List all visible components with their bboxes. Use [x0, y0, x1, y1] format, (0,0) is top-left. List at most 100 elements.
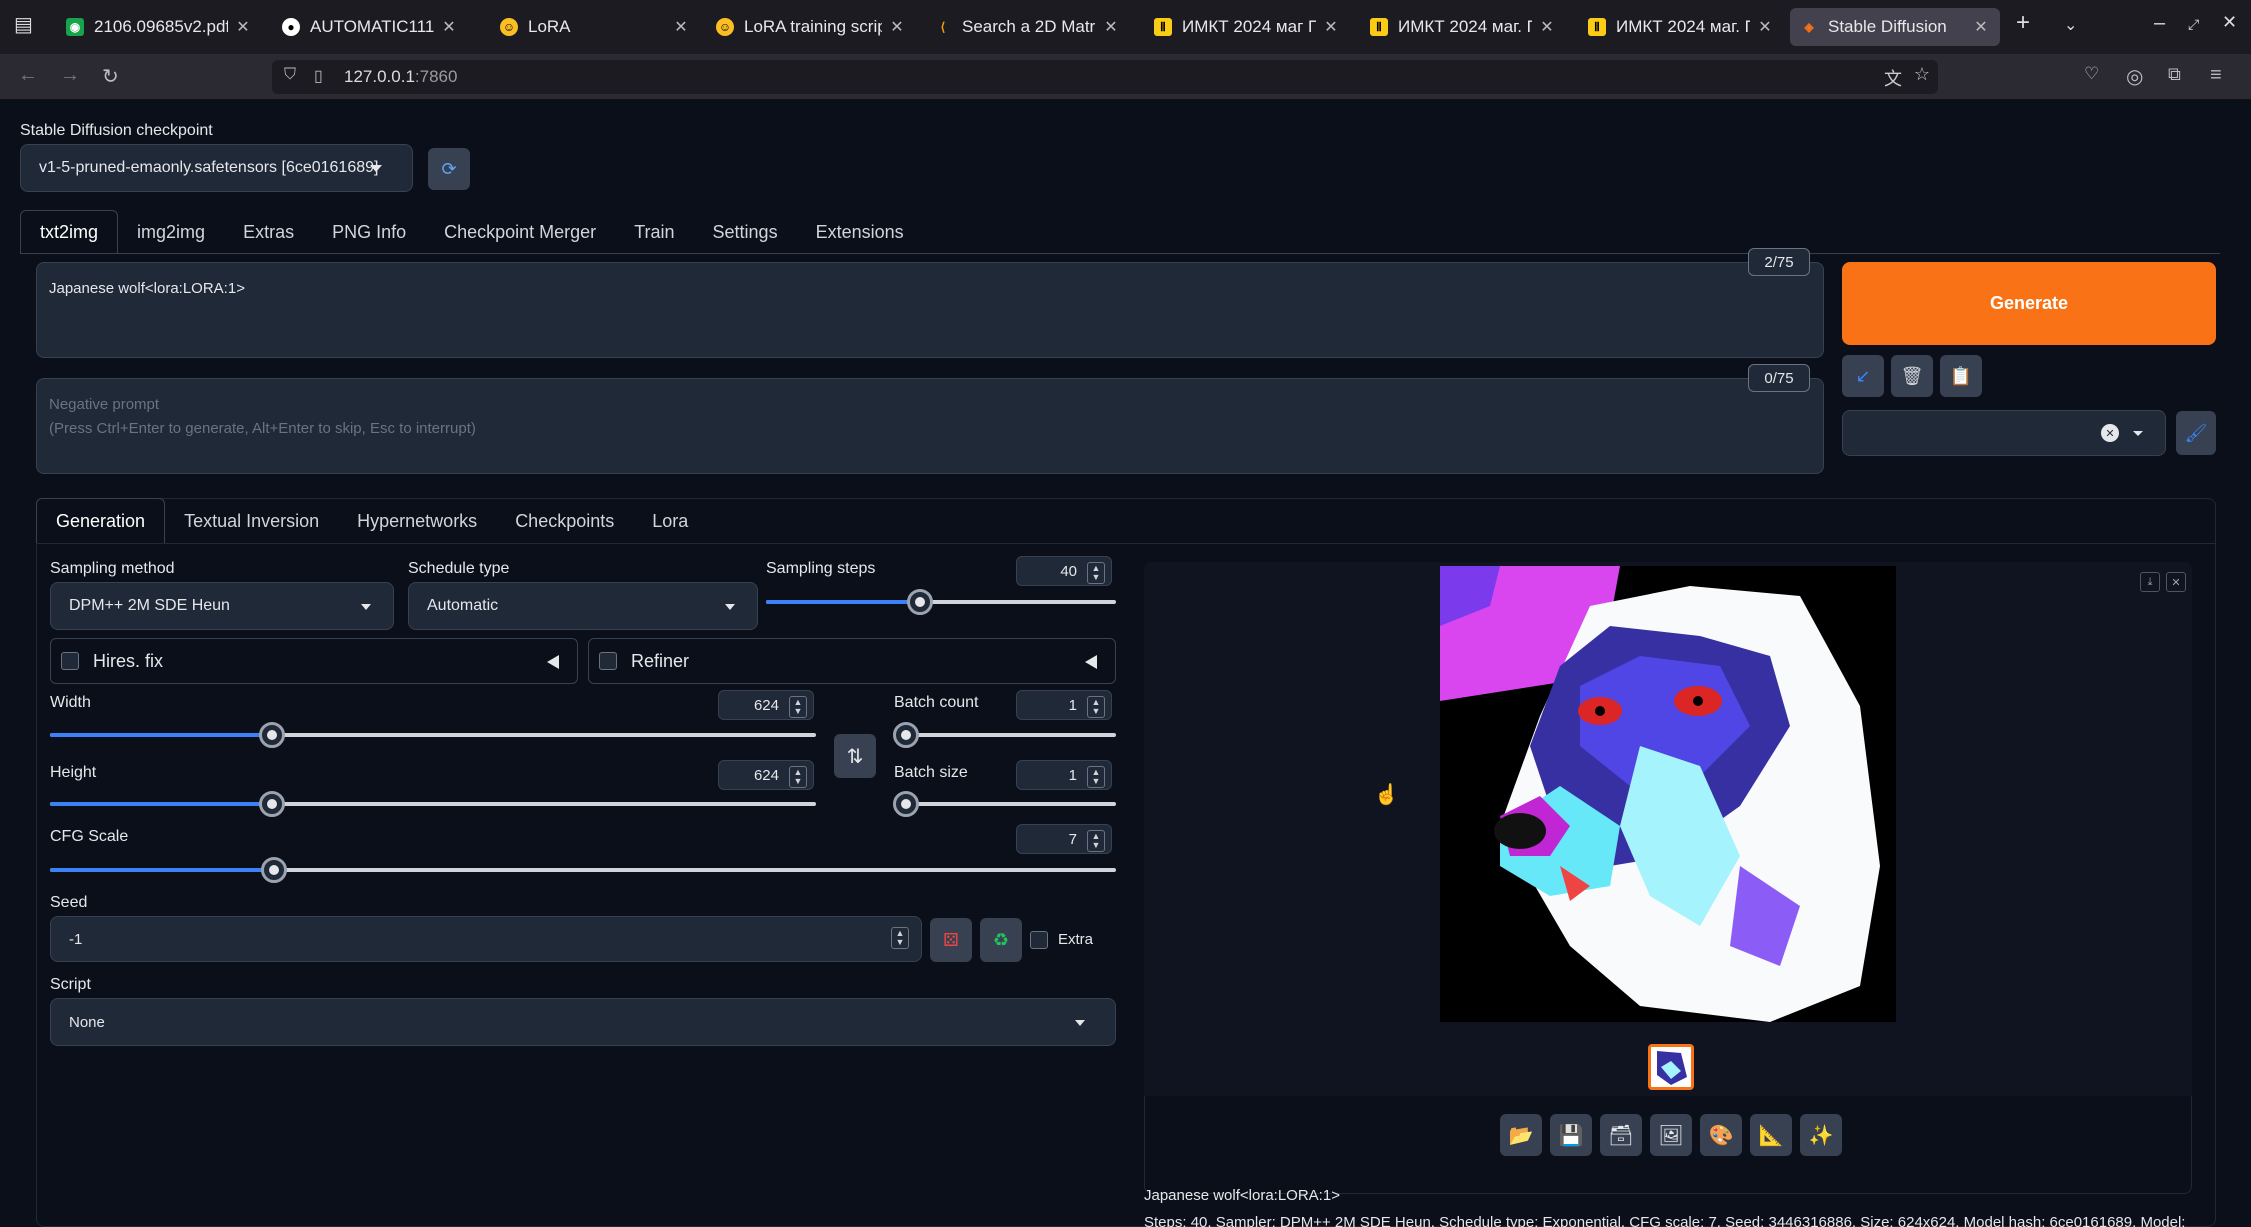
account-icon[interactable]: ◎	[2126, 64, 2143, 89]
seed-input[interactable]: -1 ▲ ▼	[50, 916, 922, 962]
pocket-icon[interactable]: ♡	[2084, 64, 2099, 84]
zip-button[interactable]: 🗃	[1600, 1114, 1642, 1156]
batch-count-slider[interactable]	[893, 722, 1116, 748]
read-params-button[interactable]: ↙	[1842, 355, 1884, 397]
chevron-down-icon[interactable]: ⌄	[2064, 15, 2077, 35]
tab-png-info[interactable]: PNG Info	[313, 210, 425, 254]
height-input[interactable]: 624 ▲ ▼	[718, 760, 814, 790]
close-tab-icon[interactable]: ✕	[1972, 17, 1990, 37]
tab-checkpoint-merger[interactable]: Checkpoint Merger	[425, 210, 615, 254]
spinner-icon[interactable]: ▲ ▼	[1087, 562, 1105, 584]
checkpoint-dropdown[interactable]: v1-5-pruned-emaonly.safetensors [6ce0161…	[20, 144, 413, 192]
star-icon[interactable]: ☆	[1914, 64, 1930, 85]
slider-thumb[interactable]	[893, 791, 919, 817]
spinner-icon[interactable]: ▲ ▼	[1087, 830, 1105, 852]
subtab-lora[interactable]: Lora	[633, 498, 707, 544]
gallery-thumbnail[interactable]	[1648, 1044, 1694, 1090]
paste-style-button[interactable]: 📋	[1940, 355, 1982, 397]
close-window-icon[interactable]: ✕	[2222, 12, 2237, 33]
browser-tab[interactable]: Ⅱ ИМКТ 2024 маг Пр ✕	[1144, 8, 1350, 46]
swap-dimensions-button[interactable]: ⇅	[834, 734, 876, 778]
clear-icon[interactable]: ✕	[2101, 424, 2119, 442]
browser-tab[interactable]: ☺ LoRA training script ✕	[706, 8, 916, 46]
collapse-arrow-icon[interactable]	[547, 655, 559, 669]
tab-extensions[interactable]: Extensions	[797, 210, 923, 254]
batch-size-input[interactable]: 1 ▲ ▼	[1016, 760, 1112, 790]
address-bar[interactable]: ⛉ ▯ 127.0.0.1:7860 文 ☆	[272, 60, 1938, 94]
batch-count-input[interactable]: 1 ▲ ▼	[1016, 690, 1112, 720]
browser-tab[interactable]: ☺ LoRA ✕	[490, 8, 700, 46]
batch-size-slider[interactable]	[893, 791, 1116, 817]
trash-prompt-button[interactable]: 🗑	[1891, 355, 1933, 397]
tab-extras[interactable]: Extras	[224, 210, 313, 254]
sampling-method-dropdown[interactable]: DPM++ 2M SDE Heun	[50, 582, 394, 630]
close-tab-icon[interactable]: ✕	[234, 17, 252, 37]
refiner-accordion[interactable]: Refiner	[588, 638, 1116, 684]
generated-image[interactable]	[1440, 566, 1896, 1022]
slider-thumb[interactable]	[259, 791, 286, 817]
close-tab-icon[interactable]: ✕	[672, 17, 690, 37]
slider-thumb[interactable]	[260, 857, 287, 883]
spinner-icon[interactable]: ▲ ▼	[789, 766, 807, 788]
tab-train[interactable]: Train	[615, 210, 693, 254]
width-input[interactable]: 624 ▲ ▼	[718, 690, 814, 720]
slider-thumb[interactable]	[907, 589, 933, 615]
close-tab-icon[interactable]: ✕	[1322, 17, 1340, 37]
tab-img2img[interactable]: img2img	[118, 210, 224, 254]
close-tab-icon[interactable]: ✕	[1538, 17, 1556, 37]
forward-icon[interactable]: →	[60, 64, 80, 87]
back-icon[interactable]: ←	[18, 64, 38, 87]
save-button[interactable]: 💾	[1550, 1114, 1592, 1156]
browser-tab[interactable]: Ⅱ ИМКТ 2024 маг. Пр ✕	[1578, 8, 1784, 46]
spinner-icon[interactable]: ▲ ▼	[1087, 766, 1105, 788]
close-tab-icon[interactable]: ✕	[1756, 17, 1774, 37]
random-seed-button[interactable]: ⚄	[930, 918, 972, 962]
generate-button[interactable]: Generate	[1842, 262, 2216, 345]
sampling-steps-input[interactable]: 40 ▲ ▼	[1016, 556, 1112, 586]
upscale-button[interactable]: ✨	[1800, 1114, 1842, 1156]
tab-list-icon[interactable]: ▤	[14, 12, 33, 37]
close-preview-icon[interactable]: ✕	[2166, 572, 2186, 592]
slider-thumb[interactable]	[259, 722, 286, 748]
close-tab-icon[interactable]: ✕	[888, 17, 906, 37]
subtab-generation[interactable]: Generation	[36, 498, 166, 544]
refresh-checkpoint-button[interactable]: ⟳	[428, 148, 470, 190]
translate-icon[interactable]: 文	[1884, 65, 1902, 91]
hires-fix-accordion[interactable]: Hires. fix	[50, 638, 578, 684]
subtab-textual-inversion[interactable]: Textual Inversion	[165, 498, 338, 544]
menu-icon[interactable]: ≡	[2210, 64, 2222, 87]
refiner-checkbox[interactable]	[599, 652, 617, 670]
spinner-icon[interactable]: ▲ ▼	[891, 927, 909, 949]
script-dropdown[interactable]: None	[50, 998, 1116, 1046]
edit-styles-button[interactable]: 🖌	[2176, 411, 2216, 455]
download-icon[interactable]: ⤓	[2140, 572, 2160, 592]
shield-icon[interactable]: ⛉	[284, 66, 296, 84]
subtab-checkpoints[interactable]: Checkpoints	[496, 498, 633, 544]
spinner-icon[interactable]: ▲ ▼	[1087, 696, 1105, 718]
subtab-hypernetworks[interactable]: Hypernetworks	[338, 498, 496, 544]
browser-tab[interactable]: Ⅱ ИМКТ 2024 маг. Пр ✕	[1360, 8, 1566, 46]
restore-icon[interactable]: ⤢	[2188, 16, 2199, 33]
new-tab-icon[interactable]: +	[2016, 9, 2030, 37]
reuse-seed-button[interactable]: ♻	[980, 918, 1022, 962]
height-slider[interactable]	[50, 791, 816, 817]
extra-seed-checkbox[interactable]	[1030, 931, 1048, 949]
styles-dropdown[interactable]: ✕	[1842, 410, 2166, 456]
browser-tab[interactable]: ● AUTOMATIC1111/st ✕	[272, 8, 468, 46]
schedule-type-dropdown[interactable]: Automatic	[408, 582, 758, 630]
width-slider[interactable]	[50, 722, 816, 748]
hires-fix-checkbox[interactable]	[61, 652, 79, 670]
reload-icon[interactable]: ↻	[102, 64, 119, 89]
minimize-icon[interactable]: –	[2154, 12, 2165, 35]
sampling-steps-slider[interactable]	[766, 589, 1116, 615]
browser-tab-active[interactable]: ◈ Stable Diffusion ✕	[1790, 8, 2000, 46]
close-tab-icon[interactable]: ✕	[1102, 17, 1120, 37]
tab-txt2img[interactable]: txt2img	[20, 210, 119, 254]
send-to-img2img-button[interactable]: 🖼	[1650, 1114, 1692, 1156]
open-folder-button[interactable]: 📂	[1500, 1114, 1542, 1156]
cfg-scale-slider[interactable]	[50, 857, 1116, 883]
send-to-extras-button[interactable]: 📐	[1750, 1114, 1792, 1156]
browser-tab[interactable]: ◉ 2106.09685v2.pdf ✕	[56, 8, 262, 46]
close-tab-icon[interactable]: ✕	[440, 17, 458, 37]
collapse-arrow-icon[interactable]	[1085, 655, 1097, 669]
